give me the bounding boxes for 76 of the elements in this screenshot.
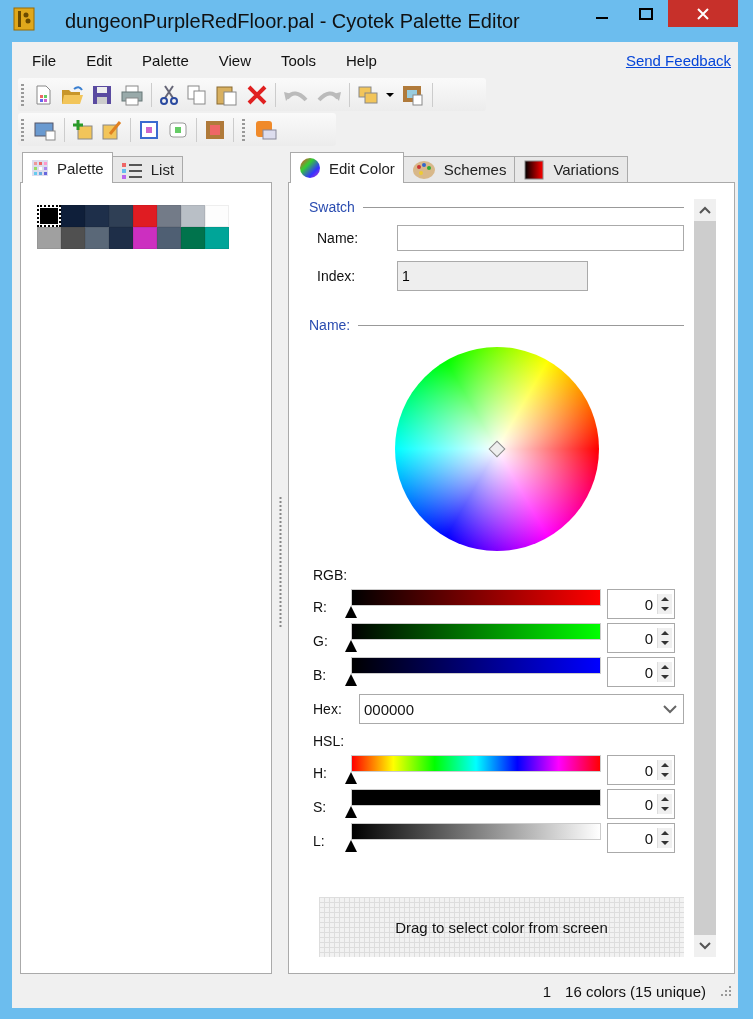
channel-label: S: <box>312 799 328 815</box>
scroll-up-icon[interactable] <box>699 205 711 215</box>
slider-thumb[interactable] <box>345 640 357 652</box>
color-swatch[interactable] <box>157 205 181 227</box>
slider-thumb[interactable] <box>345 806 357 818</box>
color-swatch[interactable] <box>133 227 157 249</box>
menu-item[interactable]: Help <box>334 51 389 69</box>
section-heading: Name: <box>309 317 351 333</box>
menu-item[interactable]: Palette <box>130 51 201 69</box>
color-swatch[interactable] <box>205 205 229 227</box>
menu-item[interactable]: View <box>206 51 263 69</box>
slider-thumb[interactable] <box>345 674 357 686</box>
color-swatch[interactable] <box>133 205 157 227</box>
color-swatch[interactable] <box>37 205 61 227</box>
color-swatch[interactable] <box>85 227 109 249</box>
minimize-icon <box>596 16 608 19</box>
color-swatch[interactable] <box>85 205 109 227</box>
eyedropper-area[interactable]: Drag to select color from screen <box>319 897 684 957</box>
slider-thumb[interactable] <box>345 772 357 784</box>
color-wheel-icon <box>299 157 321 179</box>
color-swatch[interactable] <box>181 227 205 249</box>
number-spinner[interactable]: 0 <box>607 589 675 619</box>
field-label: Index: <box>317 268 357 284</box>
status-text: 16 colors (15 unique) <box>565 982 706 1000</box>
color-swatch[interactable] <box>109 227 133 249</box>
number-spinner[interactable]: 0 <box>607 823 675 853</box>
color-swatch[interactable] <box>37 227 61 249</box>
menu-item[interactable]: File <box>20 51 69 69</box>
slider-thumb[interactable] <box>345 840 357 852</box>
tab[interactable]: Schemes <box>402 156 516 182</box>
channel-label: H: <box>312 765 328 781</box>
maximize-icon <box>639 7 653 20</box>
hex-dropdown[interactable]: 000000 <box>359 694 684 724</box>
tab[interactable]: Edit Color <box>290 152 404 183</box>
list-icon <box>120 160 143 179</box>
menu-item[interactable]: Tools <box>269 51 328 69</box>
number-spinner[interactable]: 0 <box>607 789 675 819</box>
group-label: RGB: <box>313 567 349 583</box>
grid-icon <box>31 159 49 177</box>
name-field[interactable] <box>397 225 684 251</box>
scroll-down-icon[interactable] <box>699 941 711 951</box>
tab[interactable]: List <box>111 156 184 182</box>
resize-grip-icon[interactable] <box>720 985 732 997</box>
menu-item[interactable]: Edit <box>74 51 125 69</box>
number-spinner[interactable]: 0 <box>607 657 675 687</box>
paint-palette-icon <box>411 158 436 181</box>
channel-label: B: <box>312 667 328 683</box>
color-swatch[interactable] <box>157 227 181 249</box>
gradient-icon <box>523 158 546 181</box>
channel-label: L: <box>312 833 326 849</box>
number-spinner[interactable]: 0 <box>607 623 675 653</box>
close-icon <box>697 7 709 20</box>
section-heading: Swatch <box>309 199 355 215</box>
color-swatch[interactable] <box>205 227 229 249</box>
chevron-down-icon <box>663 704 677 714</box>
tab[interactable]: Palette <box>22 152 113 183</box>
field-label: Name: <box>317 230 360 246</box>
color-swatch[interactable] <box>61 227 85 249</box>
splitter-grip-icon[interactable] <box>278 497 282 627</box>
scrollbar[interactable] <box>694 199 716 957</box>
color-swatch[interactable] <box>61 205 85 227</box>
status-text: 1 <box>542 982 552 1000</box>
close-button[interactable] <box>668 0 738 27</box>
app-icon <box>13 7 35 31</box>
feedback-link[interactable]: Send Feedback <box>625 51 731 69</box>
color-swatch[interactable] <box>109 205 133 227</box>
window-title: dungeonPurpleRedFloor.pal - Cyotek Palette Editor <box>65 10 520 33</box>
group-label: HSL: <box>313 733 346 749</box>
tab[interactable]: Variations <box>514 156 628 182</box>
channel-label: G: <box>312 633 329 649</box>
number-spinner[interactable]: 0 <box>607 755 675 785</box>
field-label: Hex: <box>312 701 343 717</box>
slider-thumb[interactable] <box>345 606 357 618</box>
channel-label: R: <box>312 599 328 615</box>
index-field[interactable]: 1 <box>397 261 588 291</box>
color-swatch[interactable] <box>181 205 205 227</box>
